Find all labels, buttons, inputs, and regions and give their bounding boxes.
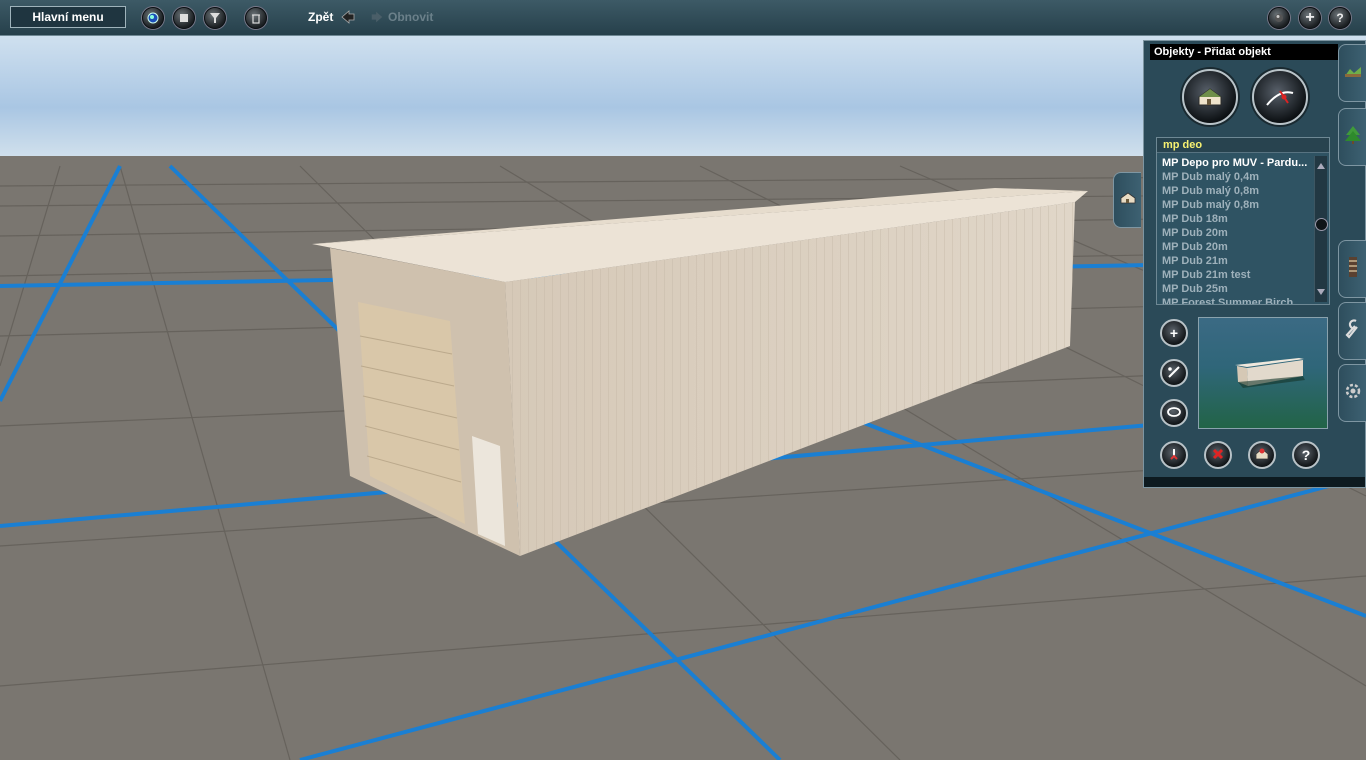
spline-icon [1264, 85, 1296, 116]
redo-arrow-icon[interactable] [370, 10, 384, 29]
track-mode-button[interactable] [1252, 69, 1308, 125]
objects-panel: Objekty - Přidat objekt mp deo MP Depo p… [1143, 40, 1366, 488]
list-item[interactable]: MP Dub malý 0,8m [1157, 184, 1314, 198]
redo-label[interactable]: Obnovit [388, 10, 433, 24]
list-scrollbar[interactable] [1314, 156, 1328, 302]
rails-icon [1347, 256, 1359, 283]
wrench-icon [1344, 318, 1361, 344]
sphere-icon[interactable] [1268, 7, 1290, 29]
trash-icon[interactable] [245, 7, 267, 29]
move-icon [1167, 365, 1181, 382]
rotate-object-button[interactable] [1160, 399, 1188, 427]
filter-icon[interactable] [204, 7, 226, 29]
tab-tools[interactable] [1338, 302, 1366, 360]
rotate-icon [1166, 405, 1182, 421]
scroll-down-icon[interactable] [1316, 283, 1326, 301]
gear-icon [1344, 382, 1362, 405]
eyedropper-icon [1167, 447, 1181, 464]
scroll-thumb[interactable] [1315, 218, 1328, 231]
object-mode-button[interactable] [1182, 69, 1238, 125]
panel-title: Objekty - Přidat objekt [1150, 44, 1338, 60]
delete-icon [1211, 447, 1225, 464]
top-toolbar: Hlavní menu Zpět Obnovit + ? [0, 0, 1366, 36]
stop-icon[interactable] [173, 7, 195, 29]
tab-scenery[interactable] [1338, 108, 1366, 166]
tree-icon [1344, 125, 1362, 150]
move-object-button[interactable] [1160, 359, 1188, 387]
delete-object-button[interactable] [1204, 441, 1232, 469]
list-item[interactable]: MP Dub malý 0,8m [1157, 198, 1314, 212]
list-item[interactable]: MP Dub malý 0,4m [1157, 170, 1314, 184]
list-item[interactable]: MP Dub 18m [1157, 212, 1314, 226]
help-icon[interactable]: ? [1329, 7, 1351, 29]
add-icon[interactable]: + [1299, 7, 1321, 29]
back-label[interactable]: Zpět [308, 10, 333, 24]
object-list[interactable]: mp deo MP Depo pro MUV - Pardu... MP Dub… [1156, 137, 1330, 305]
tab-settings[interactable] [1338, 364, 1366, 422]
scroll-up-icon[interactable] [1316, 157, 1326, 175]
tab-track[interactable] [1338, 240, 1366, 298]
back-arrow-icon[interactable] [340, 9, 356, 30]
panel-help-button[interactable]: ? [1292, 441, 1320, 469]
list-item[interactable]: MP Dub 25m [1157, 282, 1314, 296]
house-properties-icon [1254, 447, 1270, 464]
list-item[interactable]: MP Dub 21m [1157, 254, 1314, 268]
list-item[interactable]: MP Dub 20m [1157, 226, 1314, 240]
eyedropper-button[interactable] [1160, 441, 1188, 469]
preview-building-image [1235, 358, 1305, 388]
house-icon [1119, 191, 1137, 210]
list-item[interactable]: MP Depo pro MUV - Pardu... [1157, 156, 1314, 170]
place-object-button[interactable]: + [1160, 319, 1188, 347]
object-preview [1198, 317, 1328, 429]
panel-tab-objects-left[interactable] [1113, 172, 1141, 228]
list-item[interactable]: MP Forest Summer Birch ... [1157, 296, 1314, 304]
main-menu-button[interactable]: Hlavní menu [10, 6, 126, 28]
list-item[interactable]: MP Dub 20m [1157, 240, 1314, 254]
house-icon [1197, 86, 1223, 113]
panel-bottom-strip [1144, 477, 1365, 487]
tab-objects[interactable] [1338, 44, 1366, 102]
landscape-icon [1344, 64, 1362, 83]
object-properties-button[interactable] [1248, 441, 1276, 469]
globe-icon[interactable] [142, 7, 164, 29]
list-item[interactable]: MP Dub 21m test [1157, 268, 1314, 282]
search-filter-text[interactable]: mp deo [1157, 138, 1329, 153]
